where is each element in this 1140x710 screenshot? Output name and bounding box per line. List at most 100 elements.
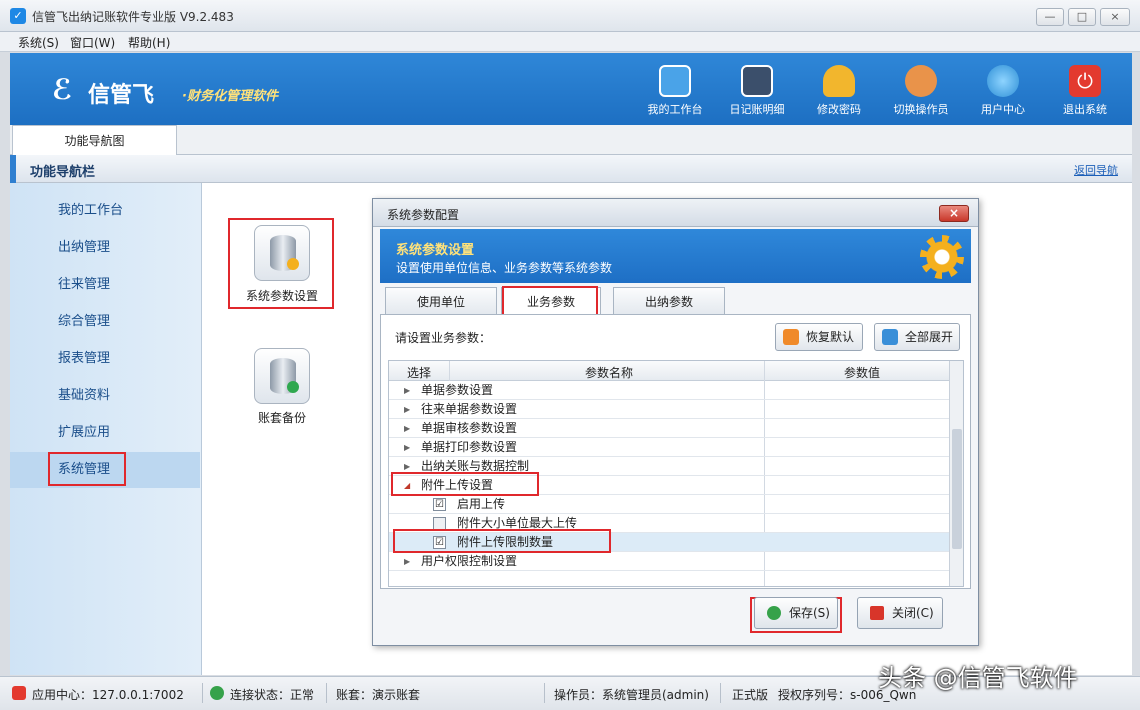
- tab-business-params[interactable]: 业务参数: [501, 286, 601, 316]
- grid-scrollbar[interactable]: [949, 361, 963, 586]
- system-parameters-dialog: 系统参数配置 × 系统参数设置 设置使用单位信息、业务参数等系统参数 使用单位 …: [372, 198, 979, 646]
- highlight-box: [48, 452, 126, 486]
- sidebar-item-general[interactable]: 综合管理: [10, 304, 200, 340]
- settings-badge: [287, 258, 299, 270]
- parameters-grid: 选择 参数名称 参数值 ▶ 单据参数设置 ▶ 往来单据参数设置 ▶ 单据审核参数…: [388, 360, 964, 587]
- highlight-box: [502, 286, 598, 316]
- checkbox-attachment-limit[interactable]: ☑: [433, 536, 446, 549]
- grid-row-attachment-settings[interactable]: ◢ 附件上传设置: [389, 472, 949, 496]
- col-select: 选择: [407, 366, 432, 380]
- monitor-icon: [659, 65, 691, 97]
- account-backup-shortcut[interactable]: [254, 348, 310, 404]
- close-icon: [870, 606, 884, 620]
- navigation-bar: 功能导航栏 返回导航: [10, 155, 1132, 183]
- toolbar-exit-system[interactable]: ⏻ 退出系统: [1045, 59, 1125, 123]
- dialog-close-button[interactable]: ×: [939, 205, 969, 222]
- app-header: ℰ 信管飞 ·财务化管理软件 我的工作台 日记账明细 修改密码 切换操作员 用户…: [10, 53, 1132, 125]
- grid-row-document-params[interactable]: ▶ 单据参数设置: [389, 381, 949, 400]
- dialog-title: 系统参数配置: [387, 208, 460, 222]
- status-divider: [544, 683, 545, 703]
- sidebar: 我的工作台 出纳管理 往来管理 综合管理 报表管理 基础资料 扩展应用 系统管理: [10, 183, 202, 675]
- save-button[interactable]: 保存(S): [754, 597, 838, 629]
- maximize-button[interactable]: □: [1068, 8, 1096, 26]
- brand-logo-icon: ℰ: [52, 73, 73, 106]
- tab-function-navigation[interactable]: 功能导航图: [12, 125, 177, 155]
- status-divider: [720, 683, 721, 703]
- close-window-button[interactable]: ×: [1100, 8, 1130, 26]
- sidebar-item-my-workbench[interactable]: 我的工作台: [10, 193, 200, 229]
- app-center-icon: [12, 686, 26, 700]
- toolbar-journal-detail[interactable]: 日记账明细: [717, 59, 797, 123]
- grid-row-audit-params[interactable]: ▶ 单据审核参数设置: [389, 419, 949, 438]
- expand-all-button[interactable]: 全部展开: [874, 323, 960, 351]
- banner-subtitle: 设置使用单位信息、业务参数等系统参数: [396, 261, 613, 275]
- sidebar-item-system-management[interactable]: 系统管理: [10, 452, 200, 488]
- grid-row-receivable-doc-params[interactable]: ▶ 往来单据参数设置: [389, 400, 949, 419]
- sidebar-item-receivables[interactable]: 往来管理: [10, 267, 200, 303]
- dialog-title-bar: 系统参数配置 ×: [373, 199, 978, 227]
- status-app-center: 应用中心：127.0.0.1:7002: [32, 688, 184, 702]
- grid-row-print-params[interactable]: ▶ 单据打印参数设置: [389, 438, 949, 457]
- window-title: 信管飞出纳记账软件专业版 V9.2.483: [32, 10, 234, 24]
- close-button[interactable]: 关闭(C): [857, 597, 943, 629]
- grid-row-user-permission[interactable]: ▶ 用户权限控制设置: [389, 552, 949, 571]
- checkbox-enable-upload[interactable]: ☑: [433, 498, 446, 511]
- banner-title: 系统参数设置: [396, 243, 475, 258]
- status-divider: [326, 683, 327, 703]
- user-icon: [905, 65, 937, 97]
- sidebar-item-extensions[interactable]: 扩展应用: [10, 415, 200, 451]
- power-icon: ⏻: [1069, 65, 1101, 97]
- menu-help[interactable]: 帮助(H): [128, 34, 170, 51]
- status-version: 正式版: [732, 688, 769, 702]
- status-divider: [202, 683, 203, 703]
- toolbar-user-center[interactable]: 用户中心: [963, 59, 1043, 123]
- title-bar: ✓ 信管飞出纳记账软件专业版 V9.2.483 — □ ×: [0, 0, 1140, 32]
- system-settings-shortcut[interactable]: [254, 225, 310, 281]
- sidebar-item-reports[interactable]: 报表管理: [10, 341, 200, 377]
- connection-ok-icon: [210, 686, 224, 700]
- grid-divider: [449, 361, 450, 381]
- grid-row-attachment-limit[interactable]: ☑ 附件上传限制数量: [389, 529, 949, 553]
- status-connection: 连接状态：正常: [230, 688, 315, 702]
- restore-icon: [783, 329, 799, 345]
- status-operator: 操作员：系统管理员(admin): [554, 688, 709, 702]
- menu-system[interactable]: 系统(S): [18, 34, 59, 51]
- col-param-value: 参数值: [844, 366, 881, 380]
- gear-icon: [920, 235, 964, 279]
- watermark: 头条 @信管飞软件: [878, 664, 1078, 692]
- system-settings-label: 系统参数设置: [245, 289, 318, 303]
- tab-cashier-params[interactable]: 出纳参数: [613, 287, 725, 315]
- grid-row-enable-upload[interactable]: ☑ 启用上传: [389, 495, 949, 514]
- globe-icon: [987, 65, 1019, 97]
- restore-default-button[interactable]: 恢复默认: [775, 323, 863, 351]
- grid-header: 选择 参数名称 参数值: [389, 361, 949, 381]
- navbar-accent: [10, 155, 16, 183]
- sidebar-item-cashier[interactable]: 出纳管理: [10, 230, 200, 266]
- navbar-title: 功能导航栏: [30, 165, 96, 180]
- dialog-banner: 系统参数设置 设置使用单位信息、业务参数等系统参数: [380, 229, 971, 283]
- tab-strip: 功能导航图: [10, 125, 1132, 155]
- brand-name: 信管飞: [88, 83, 155, 108]
- tab-using-unit[interactable]: 使用单位: [385, 287, 497, 315]
- brand-tagline: ·财务化管理软件: [182, 89, 278, 104]
- toolbar-change-password[interactable]: 修改密码: [799, 59, 879, 123]
- tab-panel: 请设置业务参数： 恢复默认 全部展开 选择 参数名称 参数值 ▶ 单据参数设置 …: [380, 314, 971, 589]
- minimize-button[interactable]: —: [1036, 8, 1064, 26]
- toolbar-my-workbench[interactable]: 我的工作台: [635, 59, 715, 123]
- status-account: 账套：演示账套: [336, 688, 421, 702]
- app-logo-icon: ✓: [10, 8, 26, 24]
- expand-icon: [882, 329, 898, 345]
- toolbar-switch-operator[interactable]: 切换操作员: [881, 59, 961, 123]
- backup-badge: [287, 381, 299, 393]
- return-navigation-link[interactable]: 返回导航: [1074, 162, 1118, 178]
- lock-icon: [823, 65, 855, 97]
- account-backup-label: 账套备份: [257, 411, 306, 425]
- sidebar-item-basic-data[interactable]: 基础资料: [10, 378, 200, 414]
- checkmark-icon: [767, 606, 781, 620]
- panel-hint: 请设置业务参数：: [395, 331, 492, 345]
- col-param-name: 参数名称: [585, 366, 634, 380]
- menu-bar: 系统(S) 窗口(W) 帮助(H): [0, 32, 1140, 52]
- list-icon: [741, 65, 773, 97]
- scrollbar-thumb[interactable]: [952, 429, 962, 549]
- menu-window[interactable]: 窗口(W): [70, 34, 115, 51]
